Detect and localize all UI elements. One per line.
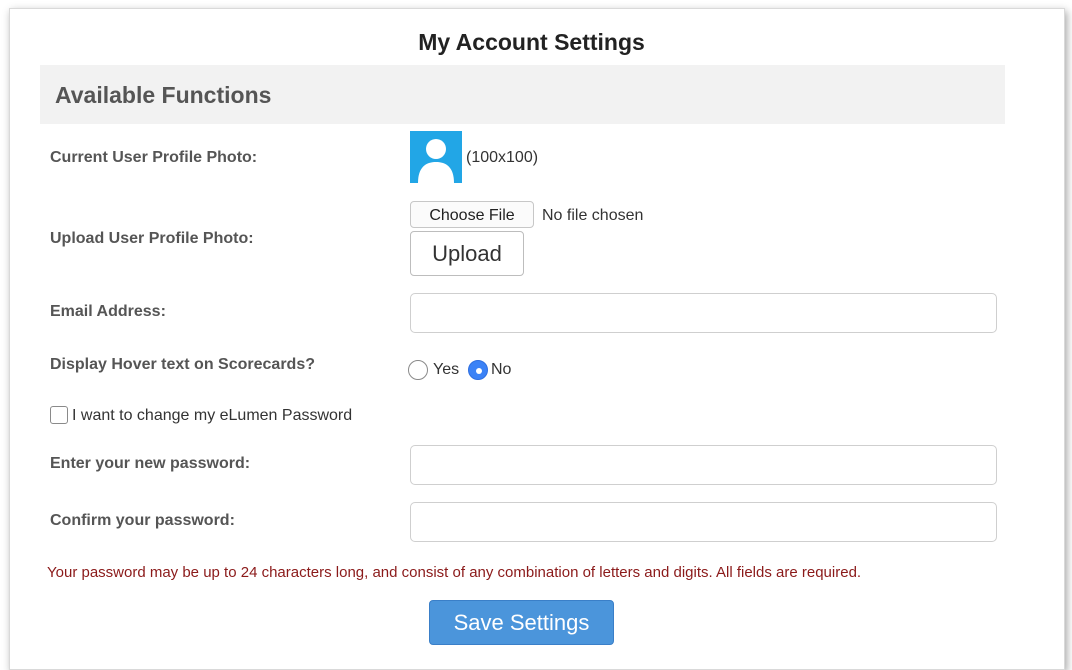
new-password-field[interactable]	[410, 445, 997, 485]
new-password-label: Enter your new password:	[50, 455, 251, 472]
hover-text-no-label: No	[491, 361, 512, 378]
change-password-checkbox[interactable]	[50, 406, 68, 424]
hover-text-yes-label: Yes	[433, 361, 460, 378]
no-file-chosen-text: No file chosen	[542, 207, 644, 224]
hover-text-label: Display Hover text on Scorecards?	[50, 356, 315, 373]
section-header: Available Functions	[40, 65, 1005, 124]
upload-button[interactable]: Upload	[410, 231, 524, 276]
user-avatar-icon	[410, 131, 462, 183]
email-label: Email Address:	[50, 303, 166, 320]
hover-text-no-radio[interactable]	[468, 360, 488, 380]
confirm-password-field[interactable]	[410, 502, 997, 542]
save-settings-button[interactable]: Save Settings	[429, 600, 614, 645]
section-header-title: Available Functions	[55, 82, 272, 108]
page-title: My Account Settings	[418, 29, 645, 55]
photo-dimensions: (100x100)	[466, 149, 539, 166]
confirm-password-label: Confirm your password:	[50, 512, 235, 529]
change-password-label: I want to change my eLumen Password	[72, 407, 353, 424]
account-settings-panel: My Account Settings Available Functions …	[9, 8, 1065, 670]
email-field[interactable]	[410, 293, 997, 333]
profile-photo-label: Current User Profile Photo:	[50, 149, 258, 166]
hover-text-yes-radio[interactable]	[408, 360, 428, 380]
password-requirements-note: Your password may be up to 24 characters…	[47, 564, 862, 581]
upload-photo-label: Upload User Profile Photo:	[50, 230, 254, 247]
choose-file-button[interactable]: Choose File	[410, 201, 534, 228]
